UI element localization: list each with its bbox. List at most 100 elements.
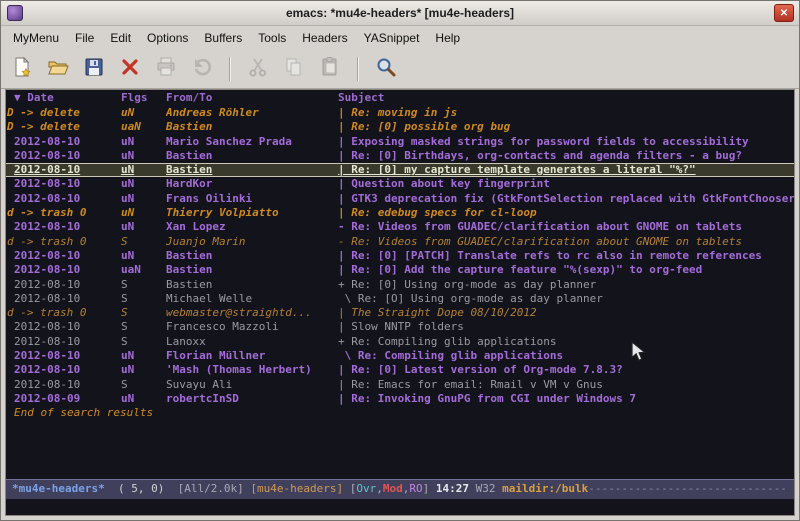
message-from: Bastien xyxy=(166,149,338,163)
message-from: webmaster@straightd... xyxy=(166,306,338,320)
message-row[interactable]: 2012-08-10uNFlorian Müllner \ Re: Compil… xyxy=(6,349,794,363)
message-date: D -> delete xyxy=(7,106,121,120)
window-title: emacs: *mu4e-headers* [mu4e-headers] xyxy=(1,6,799,20)
modeline-segment-mode: [mu4e-headers] xyxy=(250,482,349,495)
message-date: 2012-08-10 xyxy=(14,249,121,263)
menu-mymenu[interactable]: MyMenu xyxy=(5,28,67,48)
open-folder-button[interactable] xyxy=(43,54,73,84)
buffer-empty-space xyxy=(6,421,794,479)
message-date: 2012-08-10 xyxy=(14,220,121,234)
message-row[interactable]: 2012-08-10uNMario Sanchez Prada| Exposin… xyxy=(6,135,794,149)
close-icon: ✕ xyxy=(780,8,788,19)
undo-icon xyxy=(191,56,213,83)
message-row[interactable]: d -> trash 0uNThierry Volpiatto| Re: ede… xyxy=(6,206,794,220)
message-row[interactable]: 2012-08-10uNBastien| Re: [0] my capture … xyxy=(6,163,794,177)
message-subject: | Re: [0] Birthdays, org-contacts and ag… xyxy=(338,149,794,163)
message-flags: S xyxy=(121,306,166,320)
message-date: 2012-08-10 xyxy=(14,192,121,206)
menu-tools[interactable]: Tools xyxy=(250,28,294,48)
close-button[interactable] xyxy=(115,54,145,84)
message-flags: S xyxy=(121,335,166,349)
message-row[interactable]: 2012-08-10SLanoxx+ Re: Compiling glib ap… xyxy=(6,335,794,349)
message-row[interactable]: D -> deleteuaNBastien| Re: [0] possible … xyxy=(6,120,794,134)
message-date: 2012-08-10 xyxy=(14,335,121,349)
save-button[interactable] xyxy=(79,54,109,84)
message-row[interactable]: d -> trash 0Swebmaster@straightd...| The… xyxy=(6,306,794,320)
menu-buffers[interactable]: Buffers xyxy=(196,28,250,48)
message-from: Thierry Volpiatto xyxy=(166,206,338,220)
message-date: 2012-08-10 xyxy=(14,278,121,292)
cut-icon xyxy=(247,56,269,83)
message-row[interactable]: 2012-08-10uaNBastien| Re: [0] Add the ca… xyxy=(6,263,794,277)
open-folder-icon xyxy=(47,56,69,83)
message-date: 2012-08-10 xyxy=(14,349,121,363)
message-row[interactable]: 2012-08-10uN'Mash (Thomas Herbert)| Re: … xyxy=(6,363,794,377)
paste-icon xyxy=(319,56,341,83)
message-row[interactable]: 2012-08-10uNXan Lopez- Re: Videos from G… xyxy=(6,220,794,234)
message-row[interactable]: 2012-08-09uNrobertcInSD| Re: Invoking Gn… xyxy=(6,392,794,406)
message-row[interactable]: 2012-08-10uNBastien| Re: [0] Birthdays, … xyxy=(6,149,794,163)
cut-button xyxy=(243,54,273,84)
undo-button xyxy=(187,54,217,84)
modeline-segment-buffer: *mu4e-headers* xyxy=(12,482,105,495)
menu-headers[interactable]: Headers xyxy=(294,28,355,48)
menu-options[interactable]: Options xyxy=(139,28,196,48)
message-subject: | Exposing masked strings for password f… xyxy=(338,135,794,149)
message-row[interactable]: 2012-08-10uNBastien| Re: [0] [PATCH] Tra… xyxy=(6,249,794,263)
message-from: Bastien xyxy=(166,278,338,292)
copy-button xyxy=(279,54,309,84)
close-button[interactable]: ✕ xyxy=(774,4,794,22)
message-row[interactable]: D -> deleteuNAndreas Röhler| Re: moving … xyxy=(6,106,794,120)
message-from: Florian Müllner xyxy=(166,349,338,363)
message-from: Bastien xyxy=(166,164,338,176)
message-flags: uN xyxy=(121,363,166,377)
message-flags: uaN xyxy=(121,120,166,134)
message-subject: - Re: Videos from GUADEC/clarification a… xyxy=(338,235,794,249)
message-row[interactable]: 2012-08-10SSuvayu Ali| Re: Emacs for ema… xyxy=(6,378,794,392)
header-date: ▼ Date xyxy=(14,90,121,106)
message-row[interactable]: d -> trash 0SJuanjo Marin- Re: Videos fr… xyxy=(6,235,794,249)
title-bar[interactable]: emacs: *mu4e-headers* [mu4e-headers] ✕ xyxy=(1,1,799,26)
message-from: Bastien xyxy=(166,263,338,277)
mode-line: *mu4e-headers* ( 5, 0) [All/2.0k] [mu4e-… xyxy=(6,479,794,499)
modeline-segment-ovr: Ovr xyxy=(356,482,376,495)
message-row[interactable]: 2012-08-10uNHardKor| Question about key … xyxy=(6,177,794,191)
end-of-results: End of search results xyxy=(6,406,794,420)
message-date: 2012-08-10 xyxy=(14,263,121,277)
message-subject: | Re: [0] Latest version of Org-mode 7.8… xyxy=(338,363,794,377)
modeline-segment-plain: ( 5, 0) xyxy=(105,482,178,495)
menu-help[interactable]: Help xyxy=(427,28,468,48)
menu-file[interactable]: File xyxy=(67,28,102,48)
message-row[interactable]: 2012-08-10SFrancesco Mazzoli| Slow NNTP … xyxy=(6,320,794,334)
message-subject: - Re: Videos from GUADEC/clarification a… xyxy=(338,220,794,234)
message-date: 2012-08-10 xyxy=(14,135,121,149)
menu-bar: MyMenuFileEditOptionsBuffersToolsHeaders… xyxy=(1,26,799,50)
message-flags: S xyxy=(121,278,166,292)
message-subject: | Re: [0] Add the capture feature "%(sex… xyxy=(338,263,794,277)
message-subject: | Re: moving in js xyxy=(338,106,794,120)
message-date: 2012-08-10 xyxy=(14,164,121,176)
search-icon xyxy=(375,56,397,83)
message-row[interactable]: 2012-08-10uNFrans Oilinki| GTK3 deprecat… xyxy=(6,192,794,206)
new-file-button[interactable] xyxy=(7,54,37,84)
menu-yasnippet[interactable]: YASnippet xyxy=(356,28,428,48)
message-flags: uN xyxy=(121,106,166,120)
message-flags: uN xyxy=(121,135,166,149)
menu-edit[interactable]: Edit xyxy=(102,28,139,48)
minibuffer[interactable] xyxy=(6,499,794,515)
save-icon xyxy=(83,56,105,83)
message-date: 2012-08-10 xyxy=(14,149,121,163)
paste-button xyxy=(315,54,345,84)
message-subject: | Re: Emacs for email: Rmail v VM v Gnus xyxy=(338,378,794,392)
message-flags: uN xyxy=(121,249,166,263)
message-date: 2012-08-09 xyxy=(14,392,121,406)
message-row[interactable]: 2012-08-10SMichael Welle \ Re: [O] Using… xyxy=(6,292,794,306)
message-flags: uN xyxy=(121,149,166,163)
header-line: ▼ Date Flgs From/To Subject xyxy=(6,90,794,106)
search-button[interactable] xyxy=(371,54,401,84)
message-flags: S xyxy=(121,235,166,249)
buffer-area: ▼ Date Flgs From/To Subject D -> deleteu… xyxy=(5,89,795,516)
message-row[interactable]: 2012-08-10SBastien+ Re: [0] Using org-mo… xyxy=(6,278,794,292)
message-date: 2012-08-10 xyxy=(14,292,121,306)
modeline-segment-time: 14:27 xyxy=(429,482,475,495)
